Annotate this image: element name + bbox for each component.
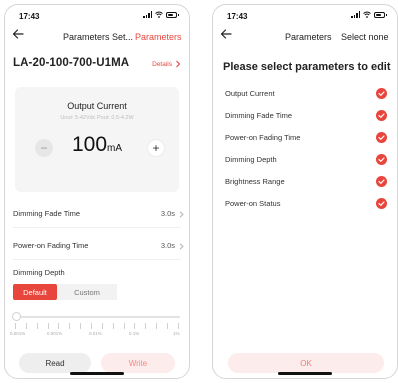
checked-circle-icon[interactable]	[376, 176, 387, 187]
slider-scale-labels: 0.001% 0.001% 0.01% 0.1% 1%	[5, 331, 189, 339]
device-name: LA-20-100-700-U1MA	[13, 57, 130, 69]
dimming-fade-time-value: 3.0s	[160, 209, 175, 218]
battery-icon	[166, 11, 179, 18]
dimming-fade-time-row[interactable]: Dimming Fade Time 3.0s	[5, 203, 189, 225]
chevron-right-icon	[176, 60, 181, 68]
navbar: Parameters Set... Parameters	[5, 25, 189, 45]
param-label: Dimming Depth	[225, 155, 277, 164]
param-row-output-current[interactable]: Output Current	[213, 83, 397, 105]
back-arrow-icon[interactable]	[11, 27, 25, 41]
battery-icon	[374, 11, 387, 18]
navbar: Parameters Select none	[213, 25, 397, 45]
status-time: 17:43	[19, 12, 40, 21]
write-button[interactable]: Write	[101, 353, 175, 373]
checked-circle-icon[interactable]	[376, 198, 387, 209]
parameter-settings-screen: 17:43 Parameters Set... Parameters LA-20…	[4, 4, 190, 379]
output-current-range: Uout: 5-42Vdc Pout: 0.5-4.2W	[60, 115, 134, 121]
cellular-signal-icon	[143, 11, 152, 18]
checked-circle-icon[interactable]	[376, 110, 387, 121]
divider	[13, 259, 181, 260]
param-label: Power-on Fading Time	[225, 133, 301, 142]
status-icons	[351, 11, 387, 18]
cellular-signal-icon	[351, 11, 360, 18]
dimming-fade-time-label: Dimming Fade Time	[13, 209, 81, 218]
checked-circle-icon[interactable]	[376, 132, 387, 143]
default-option-button[interactable]: Default	[13, 284, 57, 300]
ok-button[interactable]: OK	[228, 353, 384, 373]
wifi-icon	[155, 11, 163, 18]
output-current-title: Output Current	[67, 101, 127, 111]
power-on-fading-time-value: 3.0s	[160, 241, 175, 250]
slider-scale-label: 0.001%	[47, 331, 63, 336]
slider-scale-label: 0.001%	[10, 331, 26, 336]
checked-circle-icon[interactable]	[376, 88, 387, 99]
status-bar: 17:43	[213, 5, 397, 25]
current-value: 100	[71, 133, 108, 156]
status-bar: 17:43	[5, 5, 189, 25]
parameter-selection-screen: 17:43 Parameters Select none Please sele…	[212, 4, 398, 379]
custom-option-button[interactable]: Custom	[57, 284, 117, 300]
details-label: Details	[152, 60, 172, 68]
back-arrow-icon[interactable]	[219, 27, 233, 41]
output-current-card: Output Current Uout: 5-42Vdc Pout: 0.5-4…	[15, 87, 179, 192]
param-label: Dimming Fade Time	[225, 111, 293, 120]
increase-button[interactable]: +	[147, 139, 165, 157]
details-link[interactable]: Details	[152, 60, 181, 68]
read-button[interactable]: Read	[19, 353, 91, 373]
select-none-button[interactable]: Select none	[341, 32, 389, 42]
power-on-fading-time-row[interactable]: Power-on Fading Time 3.0s	[5, 235, 189, 257]
chevron-right-icon	[179, 243, 184, 250]
status-icons	[143, 11, 179, 18]
select-prompt: Please select parameters to edit	[223, 61, 391, 73]
slider-ticks	[15, 323, 179, 329]
current-unit: mA	[107, 143, 123, 154]
dimming-depth-label: Dimming Depth	[13, 268, 65, 277]
wifi-icon	[363, 11, 371, 18]
dimming-depth-slider-track[interactable]	[14, 316, 180, 318]
parameters-link[interactable]: Parameters	[135, 32, 182, 42]
param-row-power-on-status[interactable]: Power-on Status	[213, 193, 397, 215]
chevron-right-icon	[179, 211, 184, 218]
slider-scale-label: 0.1%	[129, 331, 140, 336]
home-indicator	[278, 372, 332, 375]
param-row-dimming-fade-time[interactable]: Dimming Fade Time	[213, 105, 397, 127]
slider-scale-label: 1%	[173, 331, 180, 336]
page-title: Parameters Set...	[63, 32, 134, 42]
home-indicator	[70, 372, 124, 375]
page-title: Parameters	[285, 32, 332, 42]
power-on-fading-time-label: Power-on Fading Time	[13, 241, 89, 250]
param-label: Brightness Range	[225, 177, 285, 186]
slider-scale-label: 0.01%	[89, 331, 102, 336]
param-row-dimming-depth[interactable]: Dimming Depth	[213, 149, 397, 171]
dimming-depth-slider-handle[interactable]	[12, 312, 21, 321]
param-row-brightness-range[interactable]: Brightness Range	[213, 171, 397, 193]
divider	[13, 227, 181, 228]
status-time: 17:43	[227, 12, 248, 21]
param-label: Output Current	[225, 89, 275, 98]
param-label: Power-on Status	[225, 199, 281, 208]
checked-circle-icon[interactable]	[376, 154, 387, 165]
param-row-power-on-fading-time[interactable]: Power-on Fading Time	[213, 127, 397, 149]
